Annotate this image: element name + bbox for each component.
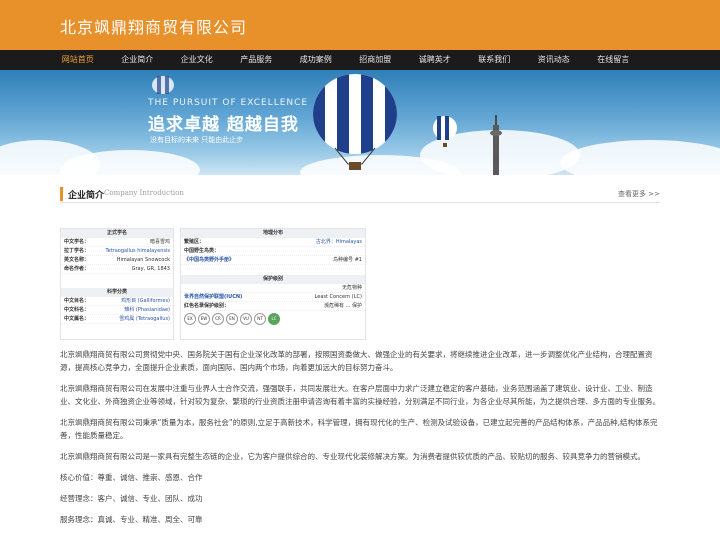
table-row: 中文属名： 雪鸡属 (Tetraogallus)	[61, 315, 173, 324]
status-badge: CR	[212, 313, 224, 325]
table-row: 繁殖区： 古北界：Himalayas	[181, 238, 365, 247]
business-philosophy: 经营理念：客户、诚信、专业、团队、成功	[60, 494, 203, 503]
table-row: 世界自然保护联盟(IUCN) Least Concern (LC)	[181, 293, 365, 302]
intro-paragraph: 北京飒鼎翔商贸有限公司在发展中注重与业界人士合作交流，强强联手，共同发展壮大。在…	[60, 384, 660, 406]
hero-banner: THE PURSUIT OF EXCELLENCE 追求卓越 超越自我 没有目标…	[0, 70, 720, 175]
site-title[interactable]: 北京飒鼎翔商贸有限公司	[60, 14, 247, 38]
status-badge: VU	[240, 313, 252, 325]
table-row: 《中国鸟类野外手册》 鸟种编号 #1	[181, 256, 365, 265]
status-badge: EX	[184, 313, 196, 325]
nav-message[interactable]: 在线留言	[584, 50, 644, 70]
section-header: 企业简介 Company Introduction 查看更多 >>	[60, 186, 660, 203]
info-card-distribution: 地理分布 繁殖区： 古北界：Himalayas 中国野生鸟类： 《中国鸟类野外手册…	[180, 228, 366, 340]
nav-culture[interactable]: 企业文化	[167, 50, 227, 70]
section-title: 企业简介	[68, 191, 105, 201]
table-row: 中文学名： 暗喜雪鸡	[61, 238, 173, 247]
nav-franchise[interactable]: 招商加盟	[346, 50, 406, 70]
cloud	[560, 140, 720, 175]
iucn-status-scale: EX EW CR EN VU NT LC	[181, 311, 365, 327]
intro-content: 北京飒鼎翔商贸有限公司贯彻党中央、国务院关于国有企业深化改革的部署，按照国资委做…	[60, 348, 660, 534]
banner-english-slogan: THE PURSUIT OF EXCELLENCE	[148, 98, 309, 108]
intro-paragraph: 北京飒鼎翔商贸有限公司是一家具有完整生态链的企业，它为客户提供综合的、专业现代化…	[60, 452, 645, 461]
intro-paragraph: 北京飒鼎翔商贸有限公司秉承“质量为本，服务社会”的原则,立足于高新技术，科学管理…	[60, 418, 658, 440]
balloon-small-icon	[433, 116, 457, 147]
nav-about[interactable]: 企业简介	[108, 50, 168, 70]
nav-news[interactable]: 资讯动态	[524, 50, 584, 70]
section-title-en: Company Introduction	[104, 189, 184, 197]
view-more-link[interactable]: 查看更多 >>	[618, 189, 660, 199]
nav-cases[interactable]: 成功案例	[286, 50, 346, 70]
table-row: 拉丁学名： Tetraogallus himalayensis	[61, 247, 173, 256]
section-accent-bar	[60, 187, 63, 201]
balloon-left-icon	[152, 76, 174, 94]
nav-contact[interactable]: 联系我们	[465, 50, 525, 70]
table-row: 英文名称： Himalayan Snowcock	[61, 256, 173, 265]
nav-careers[interactable]: 诚聘英才	[405, 50, 465, 70]
table-row: 命名作者： Gray, GR, 1843	[61, 265, 173, 274]
core-values: 核心价值：尊重、诚信、推崇、感恩、合作	[60, 473, 203, 482]
banner-subtitle: 没有目标的未来 只能由此止步	[150, 136, 244, 144]
banner-title: 追求卓越 超越自我	[148, 115, 299, 135]
tower-icon	[490, 115, 502, 175]
status-badge: NT	[254, 313, 266, 325]
balloon-large-icon	[313, 74, 397, 170]
card-head-class: 科学分类	[61, 288, 173, 297]
status-badge: EW	[198, 313, 210, 325]
nav-products[interactable]: 产品服务	[227, 50, 287, 70]
table-row: 无危物种	[181, 284, 365, 293]
table-row: 中文科名： 雉科 (Phasianidae)	[61, 306, 173, 315]
main-nav: 网站首页 企业简介 企业文化 产品服务 成功案例 招商加盟 诚聘英才 联系我们 …	[0, 50, 720, 70]
card-head-name: 正式学名	[61, 229, 173, 238]
status-badge: LC	[268, 313, 280, 325]
intro-paragraph: 北京飒鼎翔商贸有限公司贯彻党中央、国务院关于国有企业深化改革的部署，按照国资委做…	[60, 350, 653, 372]
status-badge: EN	[226, 313, 238, 325]
table-row: 中文目名： 鸡形目 (Galliformes)	[61, 297, 173, 306]
card-head-distribution: 地理分布	[181, 229, 365, 238]
site-header: 北京飒鼎翔商贸有限公司	[0, 0, 720, 50]
service-philosophy: 服务理念：真诚、专业、精准、周全、可靠	[60, 515, 203, 524]
nav-home[interactable]: 网站首页	[48, 50, 108, 70]
table-row: 红色名录保护级别： 濒危稀有 ... 保护	[181, 302, 365, 311]
card-head-protect: 保护级别	[181, 275, 365, 284]
info-card-taxonomy: 正式学名 中文学名： 暗喜雪鸡 拉丁学名： Tetraogallus himalay…	[60, 228, 174, 340]
table-row: 中国野生鸟类：	[181, 247, 365, 256]
